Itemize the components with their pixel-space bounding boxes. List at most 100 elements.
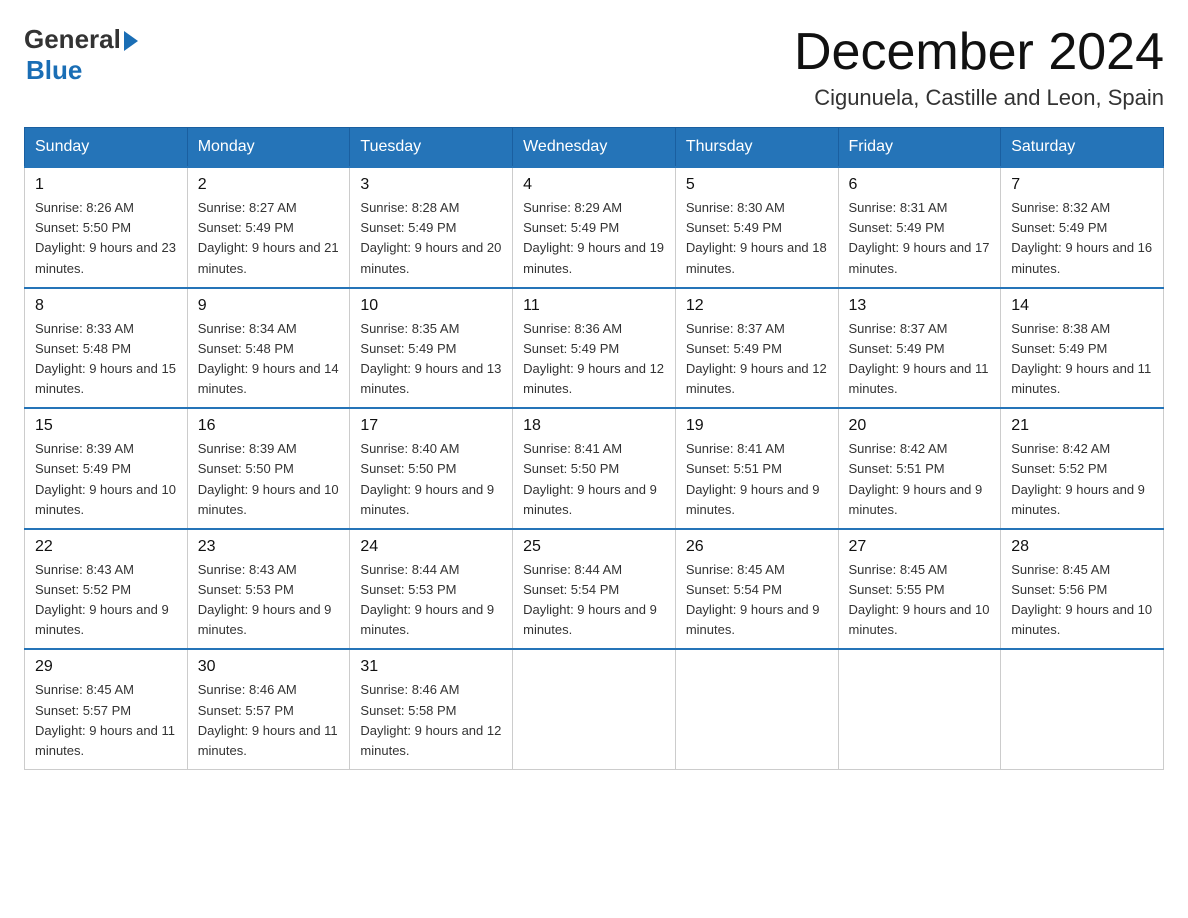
calendar-header-row: SundayMondayTuesdayWednesdayThursdayFrid… bbox=[25, 128, 1164, 168]
day-info: Sunrise: 8:43 AMSunset: 5:53 PMDaylight:… bbox=[198, 560, 340, 641]
weekday-header-thursday: Thursday bbox=[675, 128, 838, 168]
day-info: Sunrise: 8:37 AMSunset: 5:49 PMDaylight:… bbox=[849, 319, 991, 400]
day-number: 20 bbox=[849, 417, 991, 435]
calendar-week-row: 15 Sunrise: 8:39 AMSunset: 5:49 PMDayligh… bbox=[25, 408, 1164, 529]
weekday-header-saturday: Saturday bbox=[1001, 128, 1164, 168]
calendar-week-row: 22Sunrise: 8:43 AMSunset: 5:52 PMDayligh… bbox=[25, 529, 1164, 650]
day-number: 5 bbox=[686, 176, 828, 194]
day-number: 29 bbox=[35, 658, 177, 676]
calendar-day-cell: 17 Sunrise: 8:40 AMSunset: 5:50 PMDayligh… bbox=[350, 408, 513, 529]
day-info: Sunrise: 8:44 AMSunset: 5:54 PMDaylight:… bbox=[523, 560, 665, 641]
day-number: 24 bbox=[360, 538, 502, 556]
calendar-day-cell: 24 Sunrise: 8:44 AMSunset: 5:53 PMDayligh… bbox=[350, 529, 513, 650]
day-info: Sunrise: 8:29 AMSunset: 5:49 PMDaylight:… bbox=[523, 198, 665, 279]
day-number: 7 bbox=[1011, 176, 1153, 194]
day-number: 28 bbox=[1011, 538, 1153, 556]
day-number: 31 bbox=[360, 658, 502, 676]
day-number: 25 bbox=[523, 538, 665, 556]
calendar-day-cell: 6Sunrise: 8:31 AMSunset: 5:49 PMDaylight… bbox=[838, 167, 1001, 288]
day-info: Sunrise: 8:42 AMSunset: 5:52 PMDaylight:… bbox=[1011, 439, 1153, 520]
title-block: December 2024 Cigunuela, Castille and Le… bbox=[794, 24, 1164, 111]
calendar-day-cell bbox=[675, 649, 838, 769]
calendar-day-cell: 2 Sunrise: 8:27 AMSunset: 5:49 PMDaylight… bbox=[187, 167, 350, 288]
day-info: Sunrise: 8:39 AMSunset: 5:49 PMDaylight:… bbox=[35, 439, 177, 520]
calendar-day-cell: 14 Sunrise: 8:38 AMSunset: 5:49 PMDayligh… bbox=[1001, 288, 1164, 409]
day-number: 2 bbox=[198, 176, 340, 194]
day-info: Sunrise: 8:41 AMSunset: 5:51 PMDaylight:… bbox=[686, 439, 828, 520]
day-number: 17 bbox=[360, 417, 502, 435]
calendar-day-cell: 13 Sunrise: 8:37 AMSunset: 5:49 PMDayligh… bbox=[838, 288, 1001, 409]
day-number: 16 bbox=[198, 417, 340, 435]
calendar-day-cell: 3 Sunrise: 8:28 AMSunset: 5:49 PMDaylight… bbox=[350, 167, 513, 288]
calendar-day-cell: 10 Sunrise: 8:35 AMSunset: 5:49 PMDayligh… bbox=[350, 288, 513, 409]
day-info: Sunrise: 8:37 AMSunset: 5:49 PMDaylight:… bbox=[686, 319, 828, 400]
day-number: 4 bbox=[523, 176, 665, 194]
weekday-header-friday: Friday bbox=[838, 128, 1001, 168]
weekday-header-monday: Monday bbox=[187, 128, 350, 168]
day-number: 27 bbox=[849, 538, 991, 556]
day-number: 14 bbox=[1011, 297, 1153, 315]
calendar-week-row: 8Sunrise: 8:33 AMSunset: 5:48 PMDaylight… bbox=[25, 288, 1164, 409]
calendar-day-cell: 28 Sunrise: 8:45 AMSunset: 5:56 PMDayligh… bbox=[1001, 529, 1164, 650]
calendar-day-cell: 31 Sunrise: 8:46 AMSunset: 5:58 PMDayligh… bbox=[350, 649, 513, 769]
day-number: 19 bbox=[686, 417, 828, 435]
day-info: Sunrise: 8:26 AMSunset: 5:50 PMDaylight:… bbox=[35, 198, 177, 279]
calendar-day-cell: 25 Sunrise: 8:44 AMSunset: 5:54 PMDayligh… bbox=[513, 529, 676, 650]
weekday-header-sunday: Sunday bbox=[25, 128, 188, 168]
location-title: Cigunuela, Castille and Leon, Spain bbox=[794, 85, 1164, 111]
logo-blue-text: Blue bbox=[26, 55, 82, 86]
day-info: Sunrise: 8:44 AMSunset: 5:53 PMDaylight:… bbox=[360, 560, 502, 641]
day-info: Sunrise: 8:30 AMSunset: 5:49 PMDaylight:… bbox=[686, 198, 828, 279]
day-info: Sunrise: 8:41 AMSunset: 5:50 PMDaylight:… bbox=[523, 439, 665, 520]
weekday-header-wednesday: Wednesday bbox=[513, 128, 676, 168]
day-info: Sunrise: 8:40 AMSunset: 5:50 PMDaylight:… bbox=[360, 439, 502, 520]
day-info: Sunrise: 8:28 AMSunset: 5:49 PMDaylight:… bbox=[360, 198, 502, 279]
day-info: Sunrise: 8:32 AMSunset: 5:49 PMDaylight:… bbox=[1011, 198, 1153, 279]
calendar-day-cell: 7 Sunrise: 8:32 AMSunset: 5:49 PMDaylight… bbox=[1001, 167, 1164, 288]
weekday-header-tuesday: Tuesday bbox=[350, 128, 513, 168]
day-info: Sunrise: 8:39 AMSunset: 5:50 PMDaylight:… bbox=[198, 439, 340, 520]
day-info: Sunrise: 8:36 AMSunset: 5:49 PMDaylight:… bbox=[523, 319, 665, 400]
calendar-day-cell: 9 Sunrise: 8:34 AMSunset: 5:48 PMDaylight… bbox=[187, 288, 350, 409]
calendar-week-row: 1Sunrise: 8:26 AMSunset: 5:50 PMDaylight… bbox=[25, 167, 1164, 288]
calendar-day-cell: 15 Sunrise: 8:39 AMSunset: 5:49 PMDayligh… bbox=[25, 408, 188, 529]
day-info: Sunrise: 8:27 AMSunset: 5:49 PMDaylight:… bbox=[198, 198, 340, 279]
calendar-week-row: 29Sunrise: 8:45 AMSunset: 5:57 PMDayligh… bbox=[25, 649, 1164, 769]
day-info: Sunrise: 8:46 AMSunset: 5:58 PMDaylight:… bbox=[360, 680, 502, 761]
calendar-day-cell bbox=[513, 649, 676, 769]
day-number: 6 bbox=[849, 176, 991, 194]
day-number: 9 bbox=[198, 297, 340, 315]
day-number: 13 bbox=[849, 297, 991, 315]
calendar-table: SundayMondayTuesdayWednesdayThursdayFrid… bbox=[24, 127, 1164, 770]
day-info: Sunrise: 8:45 AMSunset: 5:56 PMDaylight:… bbox=[1011, 560, 1153, 641]
calendar-day-cell: 26Sunrise: 8:45 AMSunset: 5:54 PMDayligh… bbox=[675, 529, 838, 650]
day-info: Sunrise: 8:38 AMSunset: 5:49 PMDaylight:… bbox=[1011, 319, 1153, 400]
day-info: Sunrise: 8:42 AMSunset: 5:51 PMDaylight:… bbox=[849, 439, 991, 520]
day-info: Sunrise: 8:33 AMSunset: 5:48 PMDaylight:… bbox=[35, 319, 177, 400]
day-number: 15 bbox=[35, 417, 177, 435]
calendar-day-cell: 20 Sunrise: 8:42 AMSunset: 5:51 PMDayligh… bbox=[838, 408, 1001, 529]
day-number: 3 bbox=[360, 176, 502, 194]
calendar-day-cell: 19 Sunrise: 8:41 AMSunset: 5:51 PMDayligh… bbox=[675, 408, 838, 529]
day-number: 23 bbox=[198, 538, 340, 556]
calendar-day-cell: 5 Sunrise: 8:30 AMSunset: 5:49 PMDaylight… bbox=[675, 167, 838, 288]
calendar-day-cell: 29Sunrise: 8:45 AMSunset: 5:57 PMDayligh… bbox=[25, 649, 188, 769]
calendar-day-cell: 30Sunrise: 8:46 AMSunset: 5:57 PMDayligh… bbox=[187, 649, 350, 769]
day-info: Sunrise: 8:35 AMSunset: 5:49 PMDaylight:… bbox=[360, 319, 502, 400]
calendar-day-cell: 11 Sunrise: 8:36 AMSunset: 5:49 PMDayligh… bbox=[513, 288, 676, 409]
logo-general-text: General bbox=[24, 24, 121, 55]
calendar-day-cell: 18Sunrise: 8:41 AMSunset: 5:50 PMDayligh… bbox=[513, 408, 676, 529]
day-number: 10 bbox=[360, 297, 502, 315]
logo-arrow-icon bbox=[124, 31, 138, 51]
calendar-day-cell: 27Sunrise: 8:45 AMSunset: 5:55 PMDayligh… bbox=[838, 529, 1001, 650]
calendar-day-cell: 4 Sunrise: 8:29 AMSunset: 5:49 PMDaylight… bbox=[513, 167, 676, 288]
page-header: General Blue December 2024 Cigunuela, Ca… bbox=[24, 24, 1164, 111]
calendar-day-cell bbox=[838, 649, 1001, 769]
day-number: 11 bbox=[523, 297, 665, 315]
day-info: Sunrise: 8:43 AMSunset: 5:52 PMDaylight:… bbox=[35, 560, 177, 641]
calendar-day-cell: 22Sunrise: 8:43 AMSunset: 5:52 PMDayligh… bbox=[25, 529, 188, 650]
calendar-day-cell: 23 Sunrise: 8:43 AMSunset: 5:53 PMDayligh… bbox=[187, 529, 350, 650]
day-info: Sunrise: 8:34 AMSunset: 5:48 PMDaylight:… bbox=[198, 319, 340, 400]
day-number: 12 bbox=[686, 297, 828, 315]
day-number: 26 bbox=[686, 538, 828, 556]
